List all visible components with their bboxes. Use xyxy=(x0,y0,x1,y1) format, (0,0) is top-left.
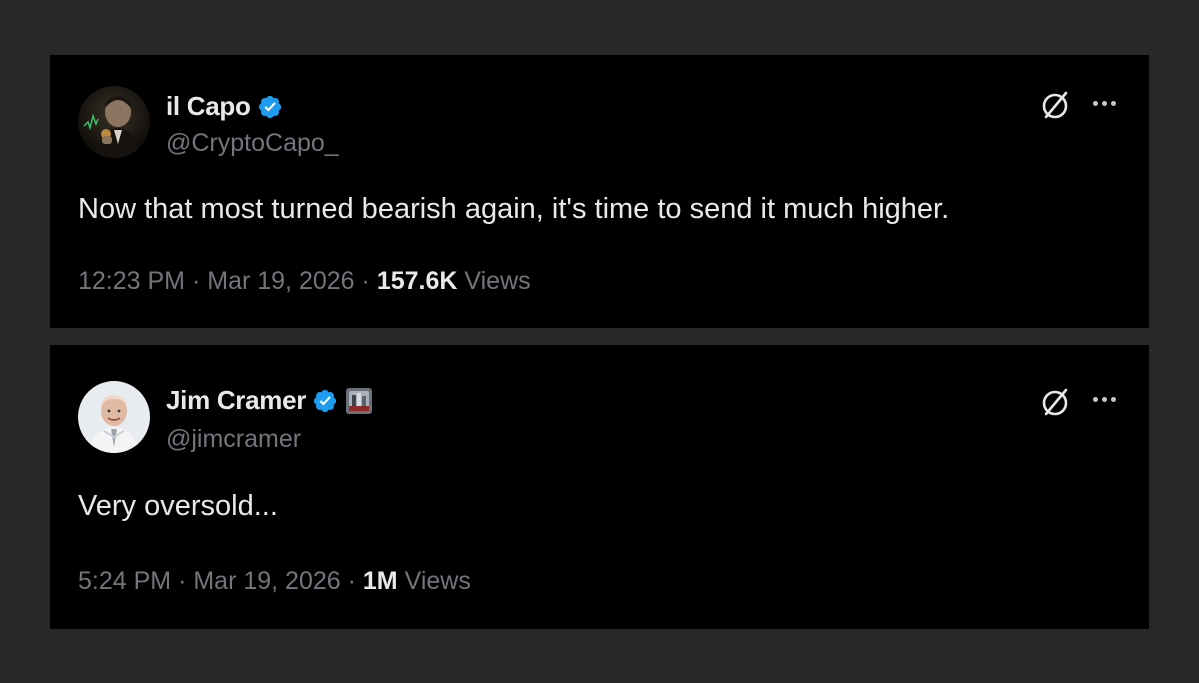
user-handle[interactable]: @jimcramer xyxy=(166,425,301,454)
verified-badge-icon xyxy=(313,389,337,412)
more-options-icon[interactable] xyxy=(1089,389,1119,409)
mafia-boss-avatar-icon xyxy=(78,86,150,158)
tweet-time[interactable]: 5:24 PM xyxy=(78,567,171,596)
building-badge-icon[interactable] xyxy=(346,387,373,414)
tweet-text: Now that most turned bearish again, it's… xyxy=(78,193,950,225)
views-count[interactable]: 1M xyxy=(363,567,398,596)
tweet-time[interactable]: 12:23 PM xyxy=(78,267,185,296)
display-name[interactable]: il Capo xyxy=(166,91,251,122)
meta-separator: · xyxy=(178,567,187,595)
tweet-card[interactable]: Jim Cramer @jimcramer Very oversold... 5… xyxy=(50,345,1149,629)
views-label[interactable]: Views xyxy=(405,567,471,596)
tweet-meta: 12:23 PM · Mar 19, 2026 · 157.6K Views xyxy=(78,267,531,296)
meta-separator: · xyxy=(361,267,370,295)
grok-icon[interactable] xyxy=(1038,385,1072,419)
display-name[interactable]: Jim Cramer xyxy=(166,385,306,416)
jim-cramer-avatar-icon xyxy=(78,381,150,453)
more-options-icon[interactable] xyxy=(1089,93,1119,113)
tweet-text: Very oversold... xyxy=(78,490,278,522)
meta-separator: · xyxy=(347,567,356,595)
verified-badge-icon xyxy=(258,95,281,118)
views-label[interactable]: Views xyxy=(464,267,530,296)
meta-separator: · xyxy=(191,267,201,295)
avatar[interactable] xyxy=(78,381,150,453)
tweet-meta: 5:24 PM · Mar 19, 2026 · 1M Views xyxy=(78,567,471,596)
user-handle[interactable]: @CryptoCapo_ xyxy=(166,129,339,158)
tweet-card[interactable]: il Capo @CryptoCapo_ Now that most turne… xyxy=(50,55,1149,328)
tweet-date[interactable]: Mar 19, 2026 xyxy=(193,567,340,596)
views-count[interactable]: 157.6K xyxy=(377,267,458,296)
tweet-date[interactable]: Mar 19, 2026 xyxy=(207,267,354,296)
grok-icon[interactable] xyxy=(1038,88,1072,122)
avatar[interactable] xyxy=(78,86,150,158)
